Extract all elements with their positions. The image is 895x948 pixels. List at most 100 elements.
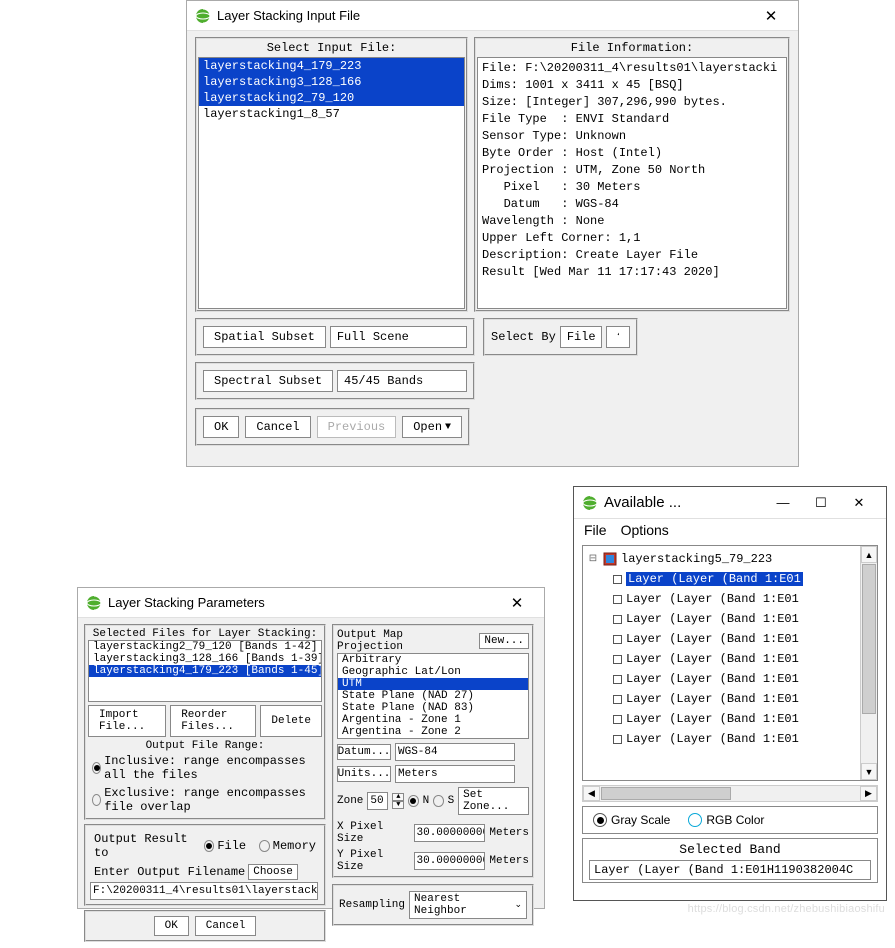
list-item[interactable]: Arbitrary: [338, 654, 528, 666]
close-button[interactable]: ✕: [840, 491, 878, 515]
spatial-subset-value: Full Scene: [330, 326, 467, 348]
tree-band-item[interactable]: Layer (Layer (Band 1:E01: [583, 609, 877, 629]
range-exclusive-radio[interactable]: Exclusive: range encompasses file overla…: [88, 784, 322, 816]
output-to-memory-radio[interactable]: [259, 840, 270, 852]
list-item[interactable]: UTM: [338, 678, 528, 690]
datum-value[interactable]: WGS-84: [395, 743, 515, 761]
chevron-down-icon: ⌄: [514, 900, 522, 910]
scroll-left-icon: ◀: [583, 786, 600, 801]
list-item[interactable]: layerstacking3_128_166 [Bands 1-39]: [89, 653, 321, 665]
list-item[interactable]: layerstacking4_179_223 [Bands 1-45]: [89, 665, 321, 677]
resampling-select[interactable]: Nearest Neighbor ⌄: [409, 891, 527, 919]
set-zone-button[interactable]: Set Zone...: [458, 787, 529, 815]
cancel-button[interactable]: Cancel: [245, 416, 310, 438]
units-value[interactable]: Meters: [395, 765, 515, 783]
dialog-title: Layer Stacking Parameters: [108, 595, 498, 610]
range-inclusive-radio[interactable]: Inclusive: range encompasses all the fil…: [88, 752, 322, 784]
scroll-thumb[interactable]: [862, 564, 876, 714]
delete-button[interactable]: Delete: [260, 705, 322, 737]
import-file-button[interactable]: Import File...: [88, 705, 166, 737]
scroll-thumb[interactable]: [601, 787, 731, 800]
band-icon: [613, 595, 622, 604]
tree-band-item[interactable]: Layer (Layer (Band 1:E01: [583, 709, 877, 729]
scroll-right-icon: ▶: [860, 786, 877, 801]
selected-files-list[interactable]: layerstacking2_79_120 [Bands 1-42]layers…: [88, 640, 322, 702]
zone-spinner[interactable]: ▲▼: [392, 793, 404, 809]
zone-s-radio[interactable]: [433, 795, 443, 807]
zone-n-radio[interactable]: [408, 795, 418, 807]
tree-band-item[interactable]: Layer (Layer (Band 1:E01: [583, 649, 877, 669]
ok-button[interactable]: OK: [154, 916, 189, 936]
scroll-down-icon: ▼: [861, 763, 877, 780]
x-pixel-input[interactable]: 30.00000000: [414, 824, 486, 842]
selected-files-label: Selected Files for Layer Stacking:: [88, 628, 322, 640]
band-tree[interactable]: ⊟layerstacking5_79_223Layer (Layer (Band…: [582, 545, 878, 781]
chevron-down-icon: ▼: [392, 801, 404, 809]
list-item[interactable]: layerstacking2_79_120: [199, 90, 464, 106]
range-inclusive-label: Inclusive: range encompasses all the fil…: [104, 754, 318, 782]
new-projection-button[interactable]: New...: [479, 633, 529, 649]
datum-button[interactable]: Datum...: [337, 744, 391, 760]
dialog-title: Available ...: [604, 494, 764, 511]
y-pixel-label: Y Pixel Size: [337, 849, 410, 873]
list-item[interactable]: Geographic Lat/Lon: [338, 666, 528, 678]
titlebar: Layer Stacking Parameters ✕: [78, 588, 544, 618]
list-item[interactable]: State Plane (NAD 83): [338, 702, 528, 714]
list-item[interactable]: layerstacking4_179_223: [199, 58, 464, 74]
maximize-button[interactable]: ☐: [802, 491, 840, 515]
choose-file-button[interactable]: Choose: [248, 864, 298, 880]
output-filename-input[interactable]: F:\20200311_4\results01\layerstacking5_7…: [90, 882, 318, 900]
input-file-list[interactable]: layerstacking4_179_223layerstacking3_128…: [198, 57, 465, 309]
previous-button[interactable]: Previous: [317, 416, 397, 438]
chevron-up-icon: ▲: [392, 793, 404, 801]
band-icon: [613, 695, 622, 704]
vertical-scrollbar[interactable]: ▲ ▼: [860, 546, 877, 780]
projection-list[interactable]: ArbitraryGeographic Lat/LonUTMState Plan…: [337, 653, 529, 739]
tree-band-item[interactable]: Layer (Layer (Band 1:E01: [583, 629, 877, 649]
output-to-file-radio[interactable]: [204, 840, 215, 852]
reorder-files-button[interactable]: Reorder Files...: [170, 705, 256, 737]
output-projection-label: Output Map Projection: [337, 629, 475, 653]
y-pixel-input[interactable]: 30.00000000: [414, 852, 486, 870]
units-button[interactable]: Units...: [337, 766, 391, 782]
tree-band-item[interactable]: Layer (Layer (Band 1:E01: [583, 669, 877, 689]
list-item[interactable]: layerstacking2_79_120 [Bands 1-42]: [89, 641, 321, 653]
x-pixel-unit: Meters: [489, 827, 529, 839]
close-button[interactable]: ✕: [752, 6, 790, 26]
close-button[interactable]: ✕: [498, 593, 536, 613]
app-icon: [195, 8, 211, 24]
list-item[interactable]: Argentina - Zone 2: [338, 726, 528, 738]
titlebar: Layer Stacking Input File ✕: [187, 1, 798, 31]
cancel-button[interactable]: Cancel: [195, 916, 257, 936]
zone-input[interactable]: 50: [367, 792, 388, 810]
open-button[interactable]: Open▼: [402, 416, 462, 438]
zone-n-label: N: [423, 795, 430, 807]
horizontal-scrollbar[interactable]: ◀ ▶: [582, 785, 878, 802]
select-by-toggle-button[interactable]: [606, 326, 630, 348]
tree-band-item[interactable]: Layer (Layer (Band 1:E01: [583, 689, 877, 709]
tree-root[interactable]: ⊟layerstacking5_79_223: [583, 549, 877, 569]
minimize-button[interactable]: —: [764, 491, 802, 515]
list-item[interactable]: Argentina - Zone 3: [338, 738, 528, 739]
output-to-file-label: File: [217, 839, 246, 853]
menu-file[interactable]: File: [584, 522, 607, 538]
band-icon: [613, 635, 622, 644]
spectral-subset-value: 45/45 Bands: [337, 370, 467, 392]
tree-band-item[interactable]: Layer (Layer (Band 1:E01: [583, 729, 877, 749]
menu-options[interactable]: Options: [621, 522, 669, 538]
ok-button[interactable]: OK: [203, 416, 239, 438]
spatial-subset-button[interactable]: Spatial Subset: [203, 326, 326, 348]
file-icon: [603, 552, 617, 566]
spectral-subset-button[interactable]: Spectral Subset: [203, 370, 333, 392]
layer-stacking-params-dialog: Layer Stacking Parameters ✕ Selected Fil…: [77, 587, 545, 909]
list-item[interactable]: State Plane (NAD 27): [338, 690, 528, 702]
rgb-color-radio[interactable]: RGB Color: [688, 813, 764, 827]
gray-scale-radio[interactable]: Gray Scale: [593, 813, 670, 827]
tree-band-item[interactable]: Layer (Layer (Band 1:E01: [583, 589, 877, 609]
tree-band-item[interactable]: Layer (Layer (Band 1:E01: [583, 569, 877, 589]
list-item[interactable]: layerstacking1_8_57: [199, 106, 464, 122]
list-item[interactable]: Argentina - Zone 1: [338, 714, 528, 726]
list-item[interactable]: layerstacking3_128_166: [199, 74, 464, 90]
chevron-down-icon: ▼: [445, 422, 451, 433]
menubar: File Options: [574, 519, 886, 541]
